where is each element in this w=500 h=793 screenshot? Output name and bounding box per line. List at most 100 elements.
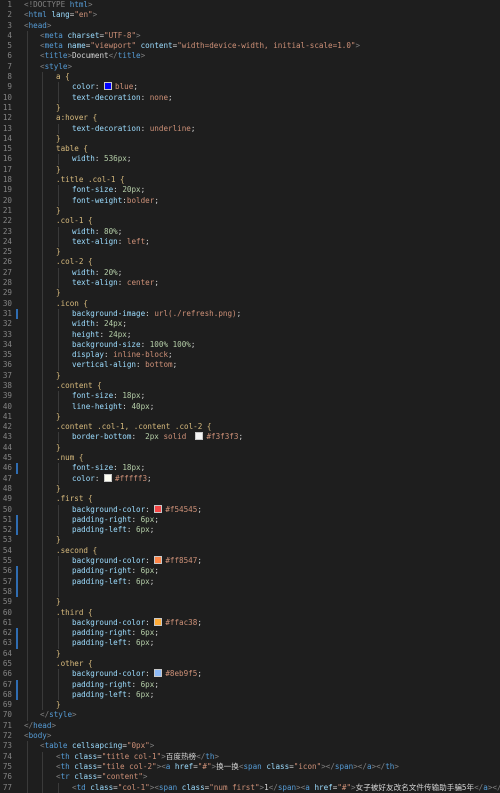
code-line[interactable]: 63 padding-left: 6px; (0, 638, 500, 649)
code-line[interactable]: 23 width: 80%; (0, 226, 500, 237)
line-number: 32 (2, 319, 12, 329)
code-token: "content" (101, 772, 143, 782)
code-line[interactable]: 64} (0, 648, 500, 659)
code-line[interactable]: 73 <table cellsapcing="0px"> (0, 741, 500, 752)
code-line[interactable]: 21} (0, 205, 500, 217)
code-line[interactable]: 50 background-color: #f54545; (0, 504, 500, 515)
code-line[interactable]: 2 <html lang="en"> (0, 10, 500, 20)
code-line[interactable]: 74 <th class="title col-1">百度热榜</th> (0, 751, 500, 762)
code-line[interactable]: 22 .col-1 { (0, 216, 500, 227)
code-line[interactable]: 9 color: blue; (0, 82, 500, 93)
code-line[interactable]: 44} (0, 442, 500, 454)
code-line[interactable]: 16 width: 536px; (0, 154, 500, 165)
code-line[interactable]: 75 <th class="tile col-2"><a href="#">换一换… (0, 761, 500, 773)
code-line[interactable]: 15 table { (0, 144, 500, 155)
code-line[interactable]: 33 height: 24px; (0, 329, 500, 340)
code-line[interactable]: 76 <tr class="content"> (0, 772, 500, 783)
code-token: ; (147, 473, 152, 483)
code-token: border-bottom (72, 432, 132, 442)
code-line[interactable]: 37} (0, 370, 500, 381)
code-token: } (56, 597, 61, 607)
line-number: 37 (2, 370, 12, 380)
line-number: 66 (2, 669, 12, 679)
color-swatch-icon[interactable] (154, 617, 163, 626)
code-line[interactable]: 7 <style> (0, 61, 500, 73)
code-line[interactable]: 45 .num { (0, 453, 500, 464)
code-line[interactable]: 51 padding-right: 6px; (0, 514, 500, 526)
code-line[interactable]: 52 padding-left: 6px; (0, 525, 500, 536)
code-line[interactable]: 20 font-weight:bolder; (0, 195, 500, 206)
code-editor[interactable]: 1 <!DOCTYPE html> 2 <html lang="en"> 3 <head>… (0, 0, 500, 793)
code-line[interactable]: 49 .first { (0, 494, 500, 505)
code-line[interactable]: 60 .third { (0, 607, 500, 618)
code-line[interactable]: 58 (0, 586, 500, 598)
code-token: ></ (353, 761, 367, 771)
code-line[interactable]: 77 <td class="col-1"><span class="num fir… (0, 782, 500, 793)
code-line[interactable]: 53} (0, 535, 500, 546)
code-line[interactable]: 69} (0, 700, 500, 711)
code-line[interactable]: 25} (0, 247, 500, 258)
code-line[interactable]: 39 font-size: 18px; (0, 391, 500, 402)
code-line[interactable]: 67 padding-right: 6px; (0, 679, 500, 690)
color-swatch-icon[interactable] (154, 556, 163, 565)
code-line[interactable]: 13 text-decoration: underline; (0, 123, 500, 134)
code-line[interactable]: 26 .col-2 { (0, 257, 500, 268)
code-line[interactable]: 41} (0, 411, 500, 423)
code-line[interactable]: 27 width: 20%; (0, 267, 500, 279)
code-line[interactable]: 59} (0, 597, 500, 608)
code-line[interactable]: 18 .title .col-1 { (0, 175, 500, 186)
code-line[interactable]: 56 padding-right: 6px; (0, 566, 500, 577)
code-line[interactable]: 47 color: #fffff3; (0, 473, 500, 484)
code-line[interactable]: 28 text-align: center; (0, 278, 500, 289)
code-line[interactable]: 40 line-height: 40px; (0, 401, 500, 412)
color-swatch-icon[interactable] (195, 432, 204, 441)
code-token: : (131, 628, 141, 638)
code-line[interactable]: 1 <!DOCTYPE html> (0, 0, 500, 10)
code-line[interactable]: 62 padding-right: 6px; (0, 628, 500, 639)
code-token: ; (149, 525, 155, 535)
code-line[interactable]: 14} (0, 133, 500, 145)
code-line[interactable]: 61 background-color: #ffac38; (0, 617, 500, 629)
code-line[interactable]: 66 background-color: #8eb9f5; (0, 669, 500, 680)
code-text: line-height: 40px; (24, 402, 154, 412)
color-swatch-icon[interactable] (154, 669, 163, 678)
code-line[interactable]: 29} (0, 288, 500, 299)
code-token: .other { (56, 659, 93, 668)
code-line[interactable]: 5 <meta name="viewport" content="width=de… (0, 41, 500, 52)
code-line[interactable]: 17} (0, 164, 500, 176)
code-line[interactable]: 71 </head> (0, 721, 500, 731)
code-line[interactable]: 42 .content .col-1, .content .col-2 { (0, 422, 500, 433)
code-line[interactable]: 70 </style> (0, 710, 500, 721)
code-line[interactable]: 36 vertical-align: bottom; (0, 360, 500, 371)
code-line[interactable]: 46 font-size: 18px; (0, 463, 500, 474)
code-line[interactable]: 12 a:hover { (0, 113, 500, 124)
color-swatch-icon[interactable] (154, 504, 163, 513)
color-swatch-icon[interactable] (104, 473, 113, 482)
color-swatch-icon[interactable] (104, 82, 113, 91)
code-line[interactable]: 72 <body> (0, 731, 500, 741)
code-line[interactable]: 31 background-image: url(./refresh.png); (0, 308, 500, 320)
code-line[interactable]: 54 .second { (0, 545, 500, 557)
code-line[interactable]: 3 <head> (0, 21, 500, 31)
code-line[interactable]: 35 display: inline-block; (0, 350, 500, 361)
code-line[interactable]: 4 <meta charset="UTF-8"> (0, 30, 500, 42)
code-line[interactable]: 32 width: 24px; (0, 319, 500, 330)
code-line[interactable]: 68 padding-left: 6px; (0, 689, 500, 701)
code-line[interactable]: 19 font-size: 20px; (0, 185, 500, 196)
code-token: .third { (56, 607, 93, 617)
code-line[interactable]: 6 <title>Document</title> (0, 51, 500, 62)
code-token: 18px (122, 463, 141, 473)
code-line[interactable]: 43 border-bottom: 2px solid #f3f3f3; (0, 432, 500, 443)
code-line[interactable]: 24 text-align: left; (0, 236, 500, 248)
code-line[interactable]: 55 background-color: #ff8547; (0, 556, 500, 567)
code-text: </style> (24, 710, 77, 720)
code-line[interactable]: 38 .content { (0, 380, 500, 392)
code-line[interactable]: 8 a { (0, 72, 500, 83)
code-line[interactable]: 65 .other { (0, 659, 500, 670)
code-line[interactable]: 34 background-size: 100% 100%; (0, 339, 500, 351)
code-line[interactable]: 10 text-decoration: none; (0, 92, 500, 103)
code-line[interactable]: 48} (0, 483, 500, 495)
code-line[interactable]: 57 padding-left: 6px; (0, 576, 500, 587)
code-line[interactable]: 11} (0, 102, 500, 114)
code-line[interactable]: 30 .icon { (0, 298, 500, 309)
